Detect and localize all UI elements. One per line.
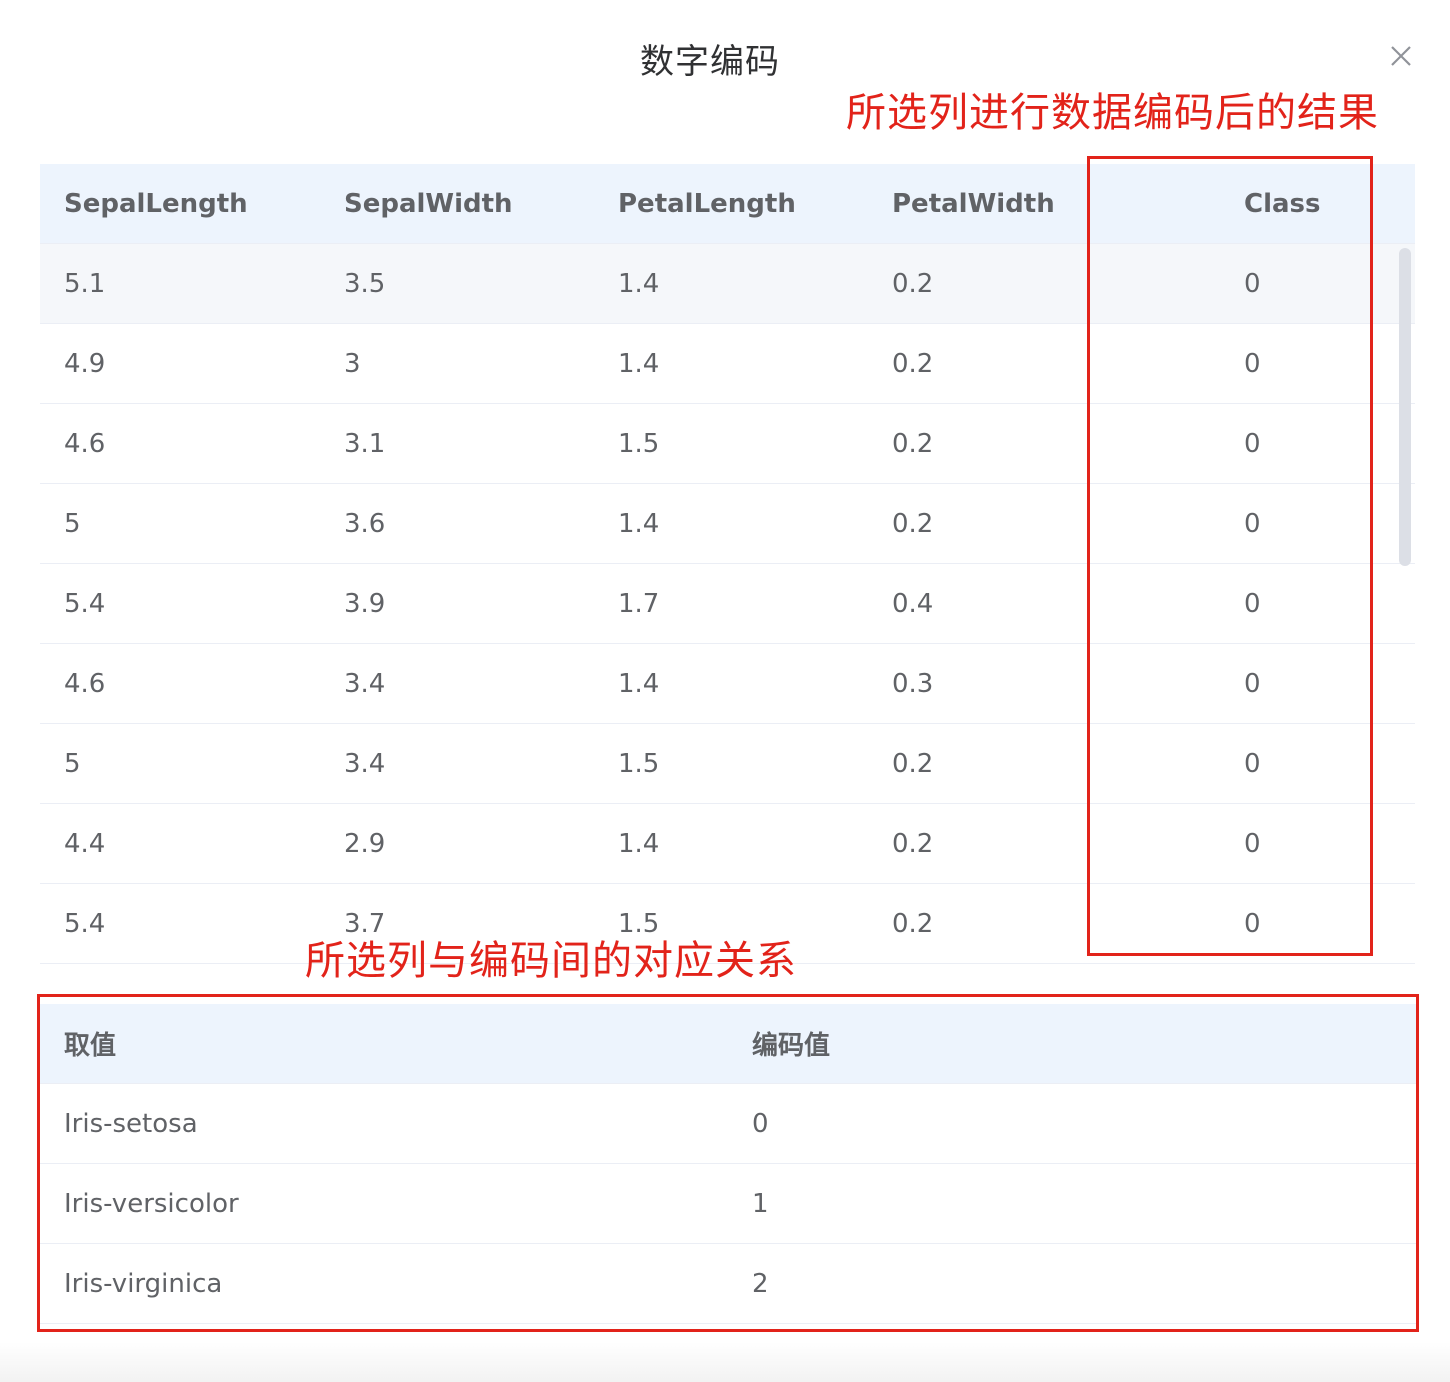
column-header: 编码值	[752, 1031, 831, 1061]
table-row[interactable]: 5 3.6 1.4 0.2 0	[40, 484, 1415, 564]
table-cell: 0	[1244, 268, 1261, 299]
table-row[interactable]: Iris-versicolor 1	[40, 1164, 1416, 1244]
table-cell: 3.5	[344, 268, 386, 299]
table-cell: 3.4	[344, 668, 386, 699]
table-cell: 0	[1244, 828, 1261, 859]
column-header[interactable]: PetalLength	[594, 164, 868, 243]
table-cell: 4.4	[64, 828, 106, 859]
column-header[interactable]: SepalWidth	[320, 164, 594, 243]
table-cell: 0.2	[892, 428, 934, 459]
table-row[interactable]: 5.1 3.5 1.4 0.2 0	[40, 244, 1415, 324]
table-cell: 0	[1244, 508, 1261, 539]
table-header: 取值 编码值	[40, 1004, 1416, 1084]
table-cell: 3.4	[344, 748, 386, 779]
table-cell: 0.2	[892, 828, 934, 859]
dialog-bottom-edge	[0, 1342, 1450, 1382]
table-row[interactable]: Iris-setosa 0	[40, 1084, 1416, 1164]
table-cell: 2	[752, 1268, 769, 1299]
table-cell: 0.2	[892, 508, 934, 539]
annotation-result-label: 所选列进行数据编码后的结果	[846, 90, 1379, 136]
table-cell: Iris-setosa	[64, 1108, 198, 1139]
column-header[interactable]: SepalLength	[40, 164, 320, 243]
table-cell: Iris-versicolor	[64, 1188, 239, 1219]
table-cell: 2.9	[344, 828, 386, 859]
mapping-table: 取值 编码值 Iris-setosa 0 Iris-versicolor 1 Iris-…	[40, 1004, 1416, 1324]
table-cell: 1.4	[618, 348, 660, 379]
table-cell: 0	[1244, 348, 1261, 379]
close-button[interactable]	[1385, 40, 1417, 72]
table-header: SepalLength SepalWidth PetalLength Petal…	[40, 164, 1415, 244]
encoding-dialog: 数字编码 SepalLength SepalWidth PetalLength …	[0, 0, 1450, 1382]
table-cell: 1.7	[618, 588, 660, 619]
table-row[interactable]: 5.4 3.9 1.7 0.4 0	[40, 564, 1415, 644]
table-row[interactable]: 4.6 3.1 1.5 0.2 0	[40, 404, 1415, 484]
table-cell: 3	[344, 348, 361, 379]
table-cell: 1.4	[618, 268, 660, 299]
table-cell: 5.4	[64, 908, 106, 939]
table-cell: 1.5	[618, 748, 660, 779]
table-cell: 3.1	[344, 428, 386, 459]
table-cell: 0	[1244, 748, 1261, 779]
column-header: 取值	[64, 1031, 117, 1061]
table-cell: 4.6	[64, 428, 106, 459]
table-cell: 3.9	[344, 588, 386, 619]
table-cell: 1.5	[618, 428, 660, 459]
table-cell: 4.9	[64, 348, 106, 379]
close-icon	[1391, 46, 1411, 66]
table-row[interactable]: Iris-virginica 2	[40, 1244, 1416, 1324]
dialog-title: 数字编码	[640, 42, 780, 82]
table-cell: 0.2	[892, 908, 934, 939]
column-header[interactable]: PetalWidth	[868, 164, 1142, 243]
table-cell: 5.1	[64, 268, 106, 299]
table-cell: 1.4	[618, 828, 660, 859]
table-cell: 5	[64, 508, 81, 539]
table-cell: 1.4	[618, 668, 660, 699]
table-scrollbar[interactable]	[1399, 248, 1411, 566]
table-cell: 0.2	[892, 268, 934, 299]
table-cell: 0.3	[892, 668, 934, 699]
table-cell: 5	[64, 748, 81, 779]
table-row[interactable]: 4.9 3 1.4 0.2 0	[40, 324, 1415, 404]
table-row[interactable]: 4.4 2.9 1.4 0.2 0	[40, 804, 1415, 884]
encoded-data-table: SepalLength SepalWidth PetalLength Petal…	[40, 164, 1415, 964]
table-cell: 3.6	[344, 508, 386, 539]
table-cell: 0	[1244, 908, 1261, 939]
table-cell: 0	[1244, 428, 1261, 459]
table-cell: 0.2	[892, 748, 934, 779]
table-cell: 0	[752, 1108, 769, 1139]
table-row[interactable]: 4.6 3.4 1.4 0.3 0	[40, 644, 1415, 724]
column-header[interactable]: Class	[1142, 164, 1415, 243]
table-cell: Iris-virginica	[64, 1268, 223, 1299]
table-cell: 1	[752, 1188, 769, 1219]
table-cell: 4.6	[64, 668, 106, 699]
table-cell: 0.2	[892, 348, 934, 379]
table-cell: 1.4	[618, 508, 660, 539]
table-cell: 0.4	[892, 588, 934, 619]
table-row[interactable]: 5 3.4 1.5 0.2 0	[40, 724, 1415, 804]
table-cell: 0	[1244, 668, 1261, 699]
table-cell: 5.4	[64, 588, 106, 619]
table-cell: 0	[1244, 588, 1261, 619]
annotation-mapping-label: 所选列与编码间的对应关系	[305, 938, 797, 984]
